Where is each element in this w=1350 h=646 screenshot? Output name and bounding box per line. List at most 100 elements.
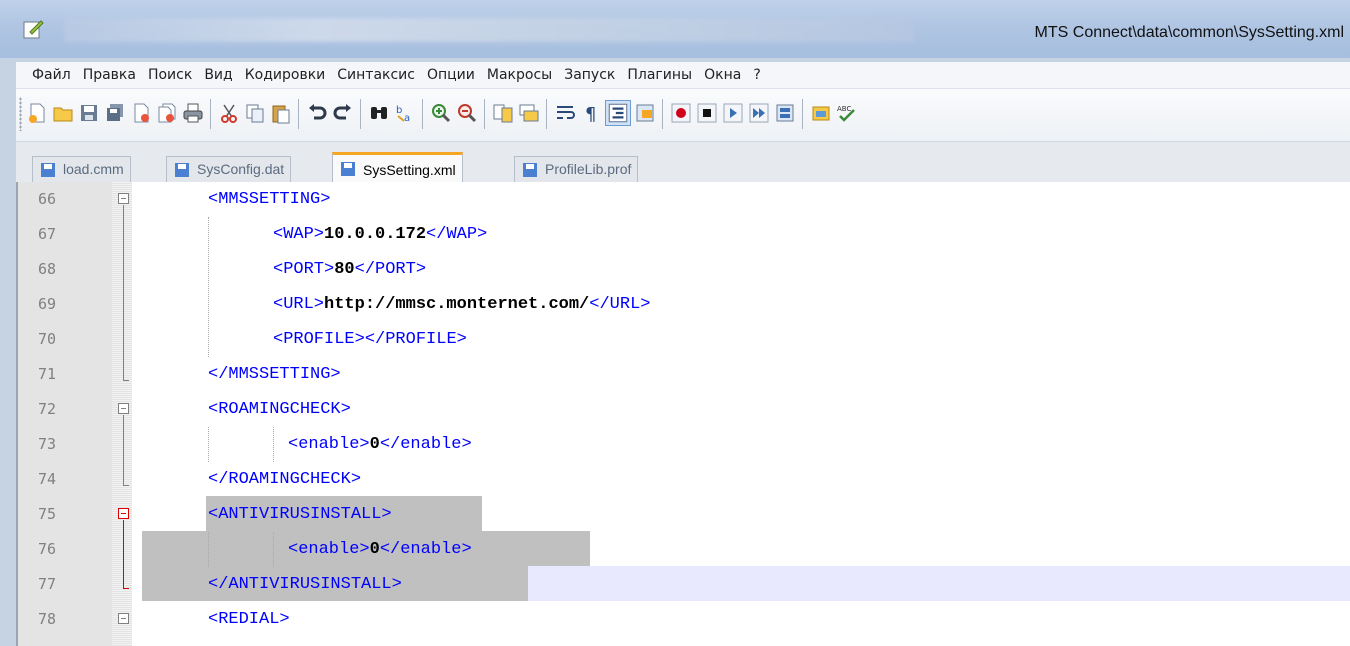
code-line: 66 <MMSSETTING> — [18, 182, 1350, 217]
toolbar-separator — [662, 99, 663, 129]
toolbar-separator — [546, 99, 547, 129]
xml-value: 0 — [369, 435, 380, 454]
saved-file-icon — [523, 163, 537, 177]
notepad-app-icon[interactable] — [22, 18, 44, 40]
xml-open-tag: <enable> — [288, 540, 370, 559]
show-all-chars-icon[interactable]: ¶ — [580, 102, 602, 124]
sync-vertical-icon[interactable] — [492, 102, 514, 124]
menu-view[interactable]: Вид — [198, 62, 238, 88]
code-editor[interactable]: 66 <MMSSETTING> 67 <WAP>10.0.0.172</WAP>… — [16, 182, 1350, 646]
toolbar-separator — [210, 99, 211, 129]
line-number: 67 — [38, 225, 57, 243]
toolbar-separator — [484, 99, 485, 129]
new-file-icon[interactable] — [26, 102, 48, 124]
menu-help[interactable]: ? — [747, 62, 766, 88]
file-browser-icon[interactable] — [810, 102, 832, 124]
code-line: 72 <ROAMINGCHECK> — [18, 392, 1350, 427]
menu-window[interactable]: Окна — [698, 62, 747, 88]
tab-sysconfig-dat[interactable]: SysConfig.dat — [166, 156, 292, 182]
sync-horizontal-icon[interactable] — [518, 102, 540, 124]
menu-bar: Файл Правка Поиск Вид Кодировки Синтаксис Опци… — [16, 62, 1350, 89]
svg-text:¶: ¶ — [585, 104, 596, 124]
line-number: 74 — [38, 470, 57, 488]
indent-guide-icon[interactable] — [605, 100, 631, 126]
fold-toggle-icon[interactable] — [118, 403, 129, 414]
title-blurred-region — [64, 18, 914, 42]
xml-tag: <REDIAL> — [208, 610, 290, 629]
code-line: 78 <REDIAL> — [18, 602, 1350, 637]
xml-tag: <MMSSETTING> — [208, 190, 331, 209]
fold-toggle-icon[interactable] — [118, 613, 129, 624]
close-icon[interactable] — [130, 102, 152, 124]
menu-edit[interactable]: Правка — [77, 62, 142, 88]
replace-icon[interactable]: ba — [394, 102, 416, 124]
line-number: 68 — [38, 260, 57, 278]
xml-close-tag: </enable> — [379, 435, 472, 454]
save-icon[interactable] — [78, 102, 100, 124]
code-line: 73 <enable>0</enable> — [18, 427, 1350, 462]
copy-icon[interactable] — [244, 102, 266, 124]
menu-encoding[interactable]: Кодировки — [239, 62, 332, 88]
xml-tag: </ANTIVIRUSINSTALL> — [208, 575, 402, 594]
tab-label: SysConfig.dat — [197, 161, 285, 177]
menu-run[interactable]: Запуск — [558, 62, 621, 88]
paste-icon[interactable] — [270, 102, 292, 124]
svg-text:a: a — [404, 113, 410, 124]
xml-open-tag: <enable> — [288, 435, 370, 454]
cut-icon[interactable] — [218, 102, 240, 124]
fold-toggle-icon[interactable] — [118, 508, 129, 519]
app-window: MTS Connect\data\common\SysSetting.xml Ф… — [0, 0, 1350, 646]
line-number: 69 — [38, 295, 57, 313]
toolbar-separator — [360, 99, 361, 129]
menu-search[interactable]: Поиск — [142, 62, 198, 88]
menu-file[interactable]: Файл — [16, 62, 77, 88]
menu-settings[interactable]: Опции — [421, 62, 481, 88]
menu-plugins[interactable]: Плагины — [621, 62, 698, 88]
line-number: 77 — [38, 575, 57, 593]
toolbar-separator — [802, 99, 803, 129]
xml-close-tag: </enable> — [379, 540, 472, 559]
tab-syssetting-xml[interactable]: SysSetting.xml — [332, 152, 463, 183]
open-file-icon[interactable] — [52, 102, 74, 124]
menu-macro[interactable]: Макросы — [481, 62, 558, 88]
xml-tag: </MMSSETTING> — [208, 365, 341, 384]
xml-value: http://mmsc.monternet.com/ — [324, 295, 590, 314]
find-icon[interactable] — [368, 102, 390, 124]
line-number: 70 — [38, 330, 57, 348]
record-macro-icon[interactable] — [670, 102, 692, 124]
doc-map-icon[interactable] — [634, 102, 656, 124]
run-macro-multiple-icon[interactable] — [748, 102, 770, 124]
xml-value: 80 — [334, 260, 355, 279]
xml-tag: </ROAMINGCHECK> — [208, 470, 362, 489]
code-line: 77 </ANTIVIRUSINSTALL> — [18, 567, 1350, 602]
tab-profilelib-prof[interactable]: ProfileLib.prof — [514, 156, 639, 182]
close-all-icon[interactable] — [156, 102, 178, 124]
spellcheck-icon[interactable]: ABC — [836, 102, 858, 124]
menu-language[interactable]: Синтаксис — [331, 62, 421, 88]
xml-tag: <ROAMINGCHECK> — [208, 400, 351, 419]
xml-value: 10.0.0.172 — [324, 225, 427, 244]
stop-record-icon[interactable] — [696, 102, 718, 124]
tab-label: load.cmm — [63, 161, 124, 177]
xml-open-tag: <URL> — [273, 295, 325, 314]
word-wrap-icon[interactable] — [554, 102, 576, 124]
toolbar-grip[interactable] — [19, 97, 22, 131]
redo-icon[interactable] — [332, 102, 354, 124]
line-number: 73 — [38, 435, 57, 453]
code-line: 69 <URL>http://mmsc.monternet.com/</URL> — [18, 287, 1350, 322]
zoom-out-icon[interactable] — [456, 102, 478, 124]
zoom-in-icon[interactable] — [430, 102, 452, 124]
saved-file-icon — [175, 163, 189, 177]
title-bar[interactable]: MTS Connect\data\common\SysSetting.xml — [0, 0, 1350, 58]
tab-load-cmm[interactable]: load.cmm — [32, 156, 131, 182]
fold-toggle-icon[interactable] — [118, 193, 129, 204]
save-macro-icon[interactable] — [774, 102, 796, 124]
save-all-icon[interactable] — [104, 102, 126, 124]
svg-text:b: b — [396, 105, 402, 116]
play-macro-icon[interactable] — [722, 102, 744, 124]
code-line: 76 <enable>0</enable> — [18, 532, 1350, 567]
toolbar-separator — [422, 99, 423, 129]
undo-icon[interactable] — [306, 102, 328, 124]
toolbar-separator — [298, 99, 299, 129]
print-icon[interactable] — [182, 102, 204, 124]
